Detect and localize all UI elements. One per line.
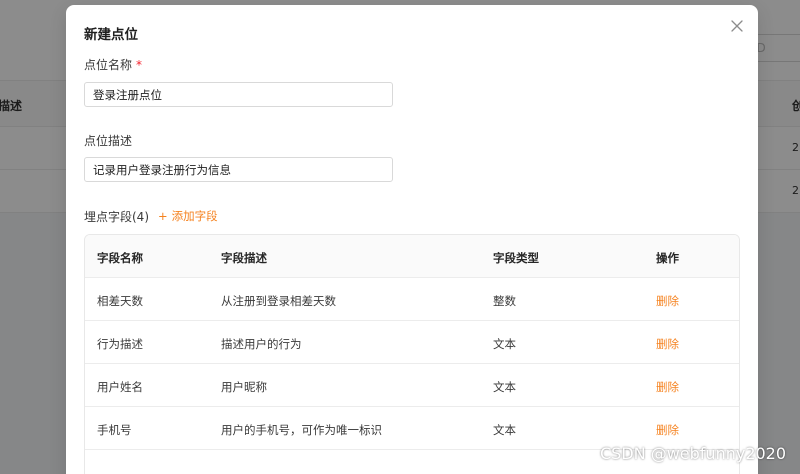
fields-table-header: 字段名称 字段描述 字段类型 操作 <box>85 235 739 278</box>
cell-field-type: 文本 <box>493 423 516 437</box>
point-name-label-text: 点位名称 <box>84 58 133 72</box>
column-header-field-name: 字段名称 <box>97 251 143 265</box>
required-mark: * <box>136 58 143 72</box>
cell-field-name: 用户姓名 <box>97 380 143 394</box>
column-header-field-type: 字段类型 <box>493 251 539 265</box>
cell-field-type: 文本 <box>493 380 516 394</box>
cell-field-desc: 从注册到登录相差天数 <box>221 294 336 308</box>
point-desc-label: 点位描述 <box>84 134 133 148</box>
watermark: CSDN @webfunny2020 <box>600 444 787 463</box>
fields-table: 字段名称 字段描述 字段类型 操作 相差天数 从注册到登录相差天数 整数 删除 … <box>84 234 740 474</box>
tracking-fields-label: 埋点字段(4) <box>84 210 149 224</box>
cell-field-desc: 描述用户的行为 <box>221 337 302 351</box>
column-header-field-desc: 字段描述 <box>221 251 267 265</box>
cell-field-desc: 用户昵称 <box>221 380 267 394</box>
cell-field-name: 行为描述 <box>97 337 143 351</box>
delete-button[interactable]: 删除 <box>656 293 679 309</box>
cell-field-name: 相差天数 <box>97 294 143 308</box>
cell-field-type: 整数 <box>493 294 516 308</box>
column-header-action: 操作 <box>656 251 679 265</box>
create-point-modal: 新建点位 点位名称* 点位描述 埋点字段(4) +添加字段 字段名称 字段描述 … <box>66 5 758 474</box>
add-field-button[interactable]: + 添加字段 <box>158 208 218 224</box>
delete-button[interactable]: 删除 <box>656 379 679 395</box>
delete-button[interactable]: 删除 <box>656 336 679 352</box>
point-name-label: 点位名称 * <box>84 56 142 73</box>
add-field-label: 添加字段 <box>171 209 218 223</box>
point-desc-input[interactable] <box>84 157 393 182</box>
point-name-input[interactable] <box>84 82 393 107</box>
close-icon[interactable] <box>728 17 746 35</box>
cell-field-name: 手机号 <box>97 423 132 437</box>
cell-field-type: 文本 <box>493 337 516 351</box>
table-row: 用户姓名 用户昵称 文本 删除 <box>85 364 739 407</box>
modal-title: 新建点位 <box>84 27 138 43</box>
cell-field-desc: 用户的手机号，可作为唯一标识 <box>221 423 382 437</box>
table-row: 相差天数 从注册到登录相差天数 整数 删除 <box>85 278 739 321</box>
plus-icon: + <box>158 209 168 223</box>
delete-button[interactable]: 删除 <box>656 422 679 438</box>
table-row: 行为描述 描述用户的行为 文本 删除 <box>85 321 739 364</box>
